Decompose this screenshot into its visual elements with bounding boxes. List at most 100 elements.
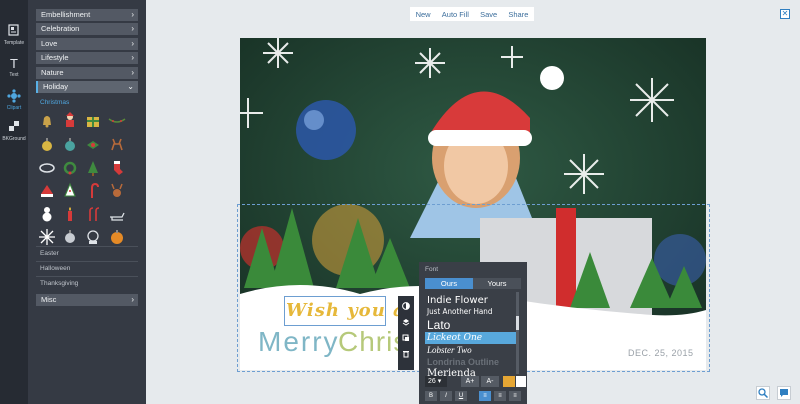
opacity-icon[interactable] — [402, 302, 410, 310]
bell-clipart-icon[interactable] — [38, 111, 56, 129]
left-rail: Template T Text Clipart BKGround — [0, 0, 28, 404]
candle-clipart-icon[interactable] — [61, 205, 79, 223]
divider — [36, 246, 138, 247]
top-toolbar: New Auto Fill Save Share — [410, 7, 534, 21]
close-icon[interactable]: ✕ — [780, 9, 790, 19]
rail-background[interactable]: BKGround — [0, 114, 28, 150]
layers-icon[interactable] — [402, 318, 410, 326]
svg-text:T: T — [10, 56, 18, 71]
holly-clipart-icon[interactable] — [84, 136, 102, 154]
font-list[interactable]: Indie Flower Just Another Hand Lato Lick… — [425, 292, 521, 382]
align-center-button[interactable]: ≡ — [494, 391, 506, 401]
category-label: Embellishment — [41, 10, 91, 19]
gift-box-clipart-icon[interactable] — [84, 111, 102, 129]
auto-fill-button[interactable]: Auto Fill — [442, 10, 469, 19]
tab-yours[interactable]: Yours — [473, 278, 521, 289]
new-button[interactable]: New — [416, 10, 431, 19]
underline-button[interactable]: U — [455, 391, 467, 401]
font-size-value: 26 — [428, 378, 436, 385]
category-celebration[interactable]: Celebration › — [36, 23, 138, 35]
bold-button[interactable]: B — [425, 391, 437, 401]
element-tools — [398, 296, 414, 370]
font-format-row: B I U ≡ ≡ ≡ — [425, 391, 521, 402]
category-misc[interactable]: Misc › — [36, 294, 138, 306]
share-button[interactable]: Share — [508, 10, 528, 19]
chat-icon — [780, 389, 788, 397]
garland-clipart-icon[interactable] — [108, 111, 126, 129]
clipart-icon — [7, 89, 21, 103]
increase-font-button[interactable]: A+ — [461, 376, 479, 387]
category-label: Lifestyle — [41, 53, 69, 62]
ornament-silver-clipart-icon[interactable] — [61, 228, 79, 246]
font-list-scrollbar[interactable] — [516, 292, 519, 374]
font-item[interactable]: Just Another Hand — [425, 306, 517, 318]
font-item[interactable]: Londrina Outline — [425, 356, 517, 368]
font-item[interactable]: Lato — [425, 318, 517, 332]
text-icon: T — [10, 56, 18, 71]
font-color-swatch[interactable] — [503, 376, 515, 387]
reindeer-clipart-icon[interactable] — [108, 136, 126, 154]
font-list-scroll-thumb[interactable] — [516, 316, 519, 330]
chevron-down-icon: ⌄ — [127, 82, 134, 91]
reindeer-head-clipart-icon[interactable] — [108, 182, 126, 200]
wreath-clipart-icon[interactable] — [61, 159, 79, 177]
greeting-merry[interactable]: Merry — [258, 326, 340, 358]
category-holiday[interactable]: Holiday ⌄ — [36, 81, 138, 93]
ornament-teal-clipart-icon[interactable] — [61, 136, 79, 154]
ornament-gold-clipart-icon[interactable] — [38, 136, 56, 154]
align-right-button[interactable]: ≡ — [509, 391, 521, 401]
candy-cane-clipart-icon[interactable] — [84, 182, 102, 200]
decrease-font-button[interactable]: A- — [481, 376, 499, 387]
chat-button[interactable] — [777, 386, 791, 400]
font-color-picker[interactable] — [516, 376, 526, 387]
subcategory-halloween[interactable]: Halloween — [40, 265, 70, 272]
font-size-select[interactable]: 26 ▾ — [425, 376, 447, 387]
delete-icon[interactable] — [402, 350, 410, 358]
font-panel-title: Font — [425, 266, 439, 273]
divider — [36, 261, 138, 262]
font-item[interactable]: Lobster Two — [425, 344, 517, 356]
wreath-text-clipart-icon[interactable] — [38, 159, 56, 177]
rail-background-label: BKGround — [2, 136, 26, 142]
ornament-orange-clipart-icon[interactable] — [108, 228, 126, 246]
chevron-right-icon: › — [131, 24, 134, 33]
santa-hat-clipart-icon[interactable] — [38, 182, 56, 200]
category-label: Love — [41, 39, 58, 48]
rail-text-label: Text — [9, 72, 19, 78]
divider — [36, 276, 138, 277]
chevron-right-icon: › — [131, 39, 134, 48]
category-embellishment[interactable]: Embellishment › — [36, 9, 138, 21]
stocking-clipart-icon[interactable] — [108, 159, 126, 177]
category-label: Holiday — [43, 82, 69, 91]
chevron-right-icon: › — [131, 10, 134, 19]
snow-globe-clipart-icon[interactable] — [84, 228, 102, 246]
category-lifestyle[interactable]: Lifestyle › — [36, 52, 138, 64]
rail-text[interactable]: T Text — [0, 50, 28, 86]
clipart-panel: Embellishment › Celebration › Love › Lif… — [28, 0, 146, 404]
font-item-selected[interactable]: Lickeot One — [425, 332, 517, 344]
rail-template-label: Template — [3, 40, 25, 46]
snowflake-clipart-icon[interactable] — [38, 228, 56, 246]
greeting-line1[interactable]: Wish you a — [286, 300, 406, 321]
category-love[interactable]: Love › — [36, 38, 138, 50]
save-button[interactable]: Save — [480, 10, 497, 19]
copy-icon[interactable] — [402, 334, 410, 342]
category-label: Nature — [41, 68, 64, 77]
tree-clipart-icon[interactable] — [84, 159, 102, 177]
subcategory-thanksgiving[interactable]: Thanksgiving — [40, 280, 78, 287]
zoom-button[interactable] — [756, 386, 770, 400]
card-date[interactable]: DEC. 25, 2015 — [628, 348, 694, 358]
subcategory-christmas[interactable]: Christmas — [40, 99, 69, 106]
candy-cane-pair-clipart-icon[interactable] — [84, 205, 102, 223]
font-tabs: Ours Yours — [425, 278, 521, 289]
santa-clipart-icon[interactable] — [61, 111, 79, 129]
tree-lights-clipart-icon[interactable] — [61, 182, 79, 200]
snowman-clipart-icon[interactable] — [38, 205, 56, 223]
align-left-button[interactable]: ≡ — [479, 391, 491, 401]
tab-ours[interactable]: Ours — [425, 278, 473, 289]
category-nature[interactable]: Nature › — [36, 67, 138, 79]
rail-template[interactable]: Template — [0, 18, 28, 54]
sleigh-clipart-icon[interactable] — [108, 205, 126, 223]
subcategory-easter[interactable]: Easter — [40, 250, 59, 257]
italic-button[interactable]: I — [440, 391, 452, 401]
